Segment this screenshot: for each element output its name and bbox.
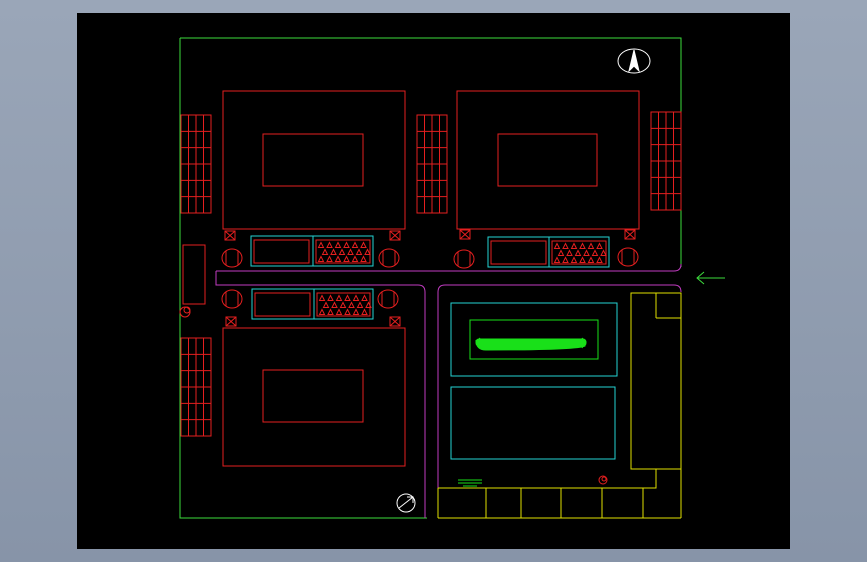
site-boundary-west <box>179 38 427 519</box>
triangle-mark <box>335 294 343 301</box>
triangle-mark <box>339 301 347 308</box>
triangle-mark <box>347 248 354 255</box>
round-tank <box>617 247 639 267</box>
south-row-units <box>437 469 681 519</box>
triangle-mark <box>317 241 325 248</box>
triangle-mark <box>331 301 338 308</box>
round-tank <box>377 289 399 309</box>
equipment-marker <box>224 230 236 241</box>
parking-grid <box>180 114 212 214</box>
yellow-hatch-icon <box>458 479 482 487</box>
triangle-mark <box>587 242 595 249</box>
triangle-mark <box>317 255 325 262</box>
triangle-mark <box>352 308 360 315</box>
office-block <box>450 302 618 377</box>
triangle-mark <box>351 241 359 248</box>
triangle-mark <box>326 241 333 248</box>
triangle-mark <box>355 248 363 255</box>
triangle-mark <box>360 241 367 248</box>
triangle-mark <box>321 248 329 255</box>
triangle-mark <box>327 308 334 315</box>
north-arrow-icon <box>617 48 651 74</box>
triangle-mark <box>574 249 582 256</box>
equipment-marker <box>225 316 237 327</box>
triangle-mark <box>360 255 367 262</box>
triangle-mark <box>579 242 586 249</box>
triangle-mark <box>562 256 569 263</box>
triangle-mark <box>326 255 333 262</box>
plant-building-1 <box>222 90 406 230</box>
site-roads <box>215 263 682 518</box>
triangle-mark <box>352 294 360 301</box>
parking-grid <box>650 111 682 211</box>
equipment-marker <box>459 229 471 240</box>
tree-symbol-icon <box>179 306 191 318</box>
triangle-mark <box>318 308 326 315</box>
triangle-mark <box>348 301 355 308</box>
cad-drawing-canvas[interactable] <box>77 13 790 549</box>
round-tanks <box>221 247 639 309</box>
triangle-mark <box>570 242 578 249</box>
site-boundary <box>180 37 682 267</box>
equipment-marker <box>389 316 401 327</box>
triangle-mark <box>553 242 561 249</box>
triangle-mark <box>361 294 368 301</box>
entrance-arrow-icon <box>696 271 725 285</box>
triangle-mark <box>361 308 368 315</box>
triangle-mark <box>344 294 351 301</box>
site-plan-svg <box>179 37 725 519</box>
triangle-mark <box>583 249 590 256</box>
planting-triangles <box>317 241 607 315</box>
triangle-mark <box>579 256 586 263</box>
warehouse-block <box>450 386 616 460</box>
triangle-mark <box>356 301 364 308</box>
triangle-mark <box>596 242 603 249</box>
triangle-mark <box>318 294 326 301</box>
triangle-mark <box>351 255 359 262</box>
triangle-mark <box>343 241 350 248</box>
triangle-mark <box>587 256 595 263</box>
triangle-mark <box>343 255 350 262</box>
triangle-mark <box>557 249 565 256</box>
triangle-mark <box>600 249 607 256</box>
equipment-marker <box>624 229 636 240</box>
triangle-mark <box>338 248 346 255</box>
parking-grid <box>416 114 448 214</box>
equipment-marker <box>389 230 401 241</box>
triangle-mark <box>322 301 330 308</box>
triangle-mark <box>344 308 351 315</box>
triangle-mark <box>334 255 342 262</box>
triangle-mark <box>335 308 343 315</box>
round-tank <box>378 248 400 268</box>
triangle-mark <box>570 256 578 263</box>
triangle-mark <box>553 256 561 263</box>
parking-grid <box>180 337 212 437</box>
triangle-mark <box>596 256 603 263</box>
round-tank <box>453 249 475 269</box>
tree-symbol-icon <box>598 475 608 485</box>
triangle-mark <box>330 248 337 255</box>
gate-house <box>182 244 206 305</box>
triangle-mark <box>327 294 334 301</box>
compass-rose-icon <box>396 493 416 513</box>
round-tank <box>221 248 243 268</box>
round-tank <box>221 289 243 309</box>
triangle-mark <box>591 249 599 256</box>
triangle-mark <box>364 248 371 255</box>
plant-building-2 <box>456 90 640 230</box>
plant-building-3 <box>222 327 406 467</box>
triangle-mark <box>334 241 342 248</box>
triangle-mark <box>562 242 569 249</box>
triangle-mark <box>566 249 573 256</box>
